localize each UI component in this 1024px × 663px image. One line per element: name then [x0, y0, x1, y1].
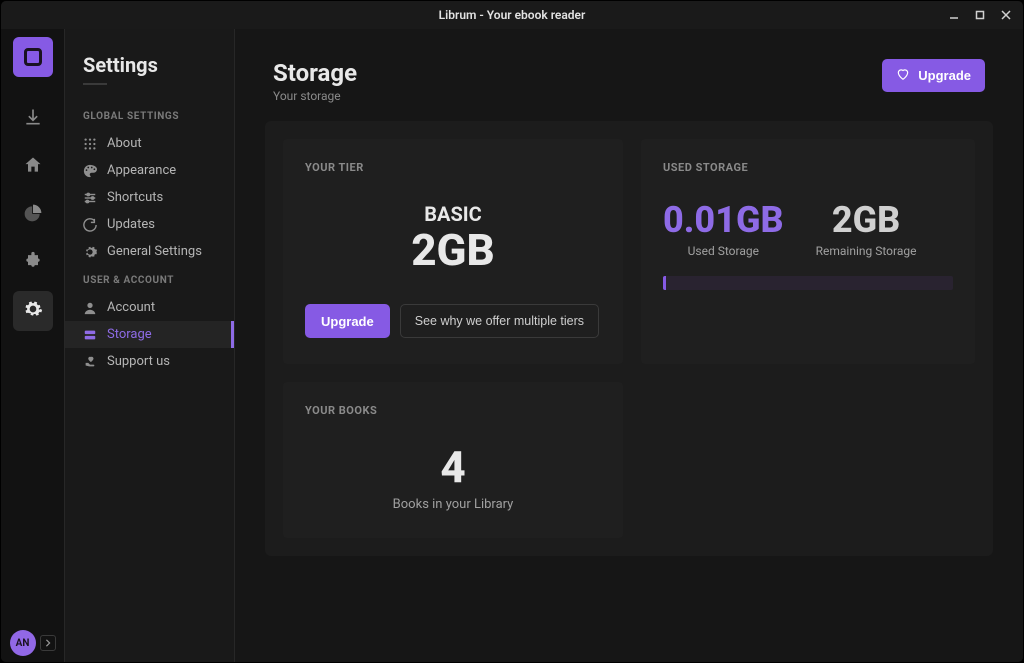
user-icon: [83, 301, 97, 315]
avatar[interactable]: AN: [10, 630, 36, 656]
nav-label: About: [107, 136, 142, 151]
nav-support-us[interactable]: Support us: [65, 348, 234, 375]
header-upgrade-button[interactable]: Upgrade: [882, 59, 985, 92]
heart-icon: [896, 67, 910, 84]
rail-footer: AN: [1, 630, 64, 656]
sliders-icon: [83, 191, 97, 205]
gear-icon: [23, 299, 43, 323]
download-icon: [23, 107, 43, 131]
nav-label: Shortcuts: [107, 190, 163, 205]
rail-downloads[interactable]: [13, 99, 53, 139]
page-subtitle: Your storage: [273, 89, 357, 103]
button-label: Upgrade: [918, 68, 971, 83]
books-sub: Books in your Library: [305, 497, 601, 512]
books-count: 4: [305, 445, 601, 489]
nav-label: Updates: [107, 217, 155, 232]
remaining-sub: Remaining Storage: [816, 244, 917, 258]
tier-why-button[interactable]: See why we offer multiple tiers: [400, 304, 599, 338]
nav-storage[interactable]: Storage: [65, 321, 234, 348]
nav-about[interactable]: About: [65, 130, 234, 157]
palette-icon: [83, 164, 97, 178]
pie-chart-icon: [23, 203, 43, 227]
used-value: 0.01GB: [663, 202, 784, 238]
books-card: YOUR BOOKS 4 Books in your Library: [283, 382, 623, 538]
main-content: Storage Your storage Upgrade YOUR TIER B…: [235, 29, 1023, 663]
storage-progress-fill: [663, 276, 666, 290]
nav-label: Storage: [107, 327, 152, 342]
used-sub: Used Storage: [663, 244, 784, 258]
page-title: Storage: [273, 59, 357, 87]
nav-rail: AN: [1, 29, 65, 663]
window-controls: [943, 1, 1017, 29]
nav-appearance[interactable]: Appearance: [65, 157, 234, 184]
divider: [83, 83, 107, 85]
rail-settings[interactable]: [13, 291, 53, 331]
group-global-label: GLOBAL SETTINGS: [65, 101, 234, 130]
maximize-button[interactable]: [969, 4, 991, 26]
gear-icon: [83, 245, 97, 259]
minimize-button[interactable]: [943, 4, 965, 26]
nav-general-settings[interactable]: General Settings: [65, 238, 234, 265]
nav-label: Appearance: [107, 163, 176, 178]
tier-size: 2GB: [305, 228, 601, 272]
tier-card: YOUR TIER BASIC 2GB Upgrade See why we o…: [283, 139, 623, 364]
rail-home[interactable]: [13, 147, 53, 187]
cards-row: YOUR TIER BASIC 2GB Upgrade See why we o…: [283, 139, 975, 364]
sidebar-title: Settings: [65, 53, 234, 83]
tier-name: BASIC: [305, 202, 601, 226]
hand-heart-icon: [83, 355, 97, 369]
settings-sidebar: Settings GLOBAL SETTINGS About Appearanc…: [65, 29, 235, 663]
rail-expand-button[interactable]: [40, 635, 56, 651]
app-logo[interactable]: [13, 37, 53, 77]
rail-plugins[interactable]: [13, 243, 53, 283]
rail-stats[interactable]: [13, 195, 53, 235]
body: AN Settings GLOBAL SETTINGS About Appear…: [1, 29, 1023, 663]
nav-label: General Settings: [107, 244, 202, 259]
storage-icon: [83, 328, 97, 342]
content-panel: YOUR TIER BASIC 2GB Upgrade See why we o…: [265, 121, 993, 556]
nav-updates[interactable]: Updates: [65, 211, 234, 238]
card-label: YOUR TIER: [305, 161, 601, 174]
storage-progress-bar: [663, 276, 953, 290]
home-icon: [23, 155, 43, 179]
window-title: Librum - Your ebook reader: [439, 8, 586, 22]
remaining-value: 2GB: [816, 202, 917, 238]
close-button[interactable]: [995, 4, 1017, 26]
app-window: Librum - Your ebook reader: [0, 0, 1024, 663]
nav-account[interactable]: Account: [65, 294, 234, 321]
card-label: YOUR BOOKS: [305, 404, 601, 417]
puzzle-icon: [23, 251, 43, 275]
nav-shortcuts[interactable]: Shortcuts: [65, 184, 234, 211]
tier-upgrade-button[interactable]: Upgrade: [305, 304, 390, 338]
refresh-icon: [83, 218, 97, 232]
nav-label: Account: [107, 300, 155, 315]
group-user-label: USER & ACCOUNT: [65, 265, 234, 294]
nav-label: Support us: [107, 354, 170, 369]
page-header: Storage Your storage Upgrade: [235, 29, 1023, 121]
card-label: USED STORAGE: [663, 161, 953, 174]
used-storage-card: USED STORAGE 0.01GB Used Storage 2GB Rem…: [641, 139, 975, 364]
grid-icon: [83, 137, 97, 151]
titlebar: Librum - Your ebook reader: [1, 1, 1023, 29]
